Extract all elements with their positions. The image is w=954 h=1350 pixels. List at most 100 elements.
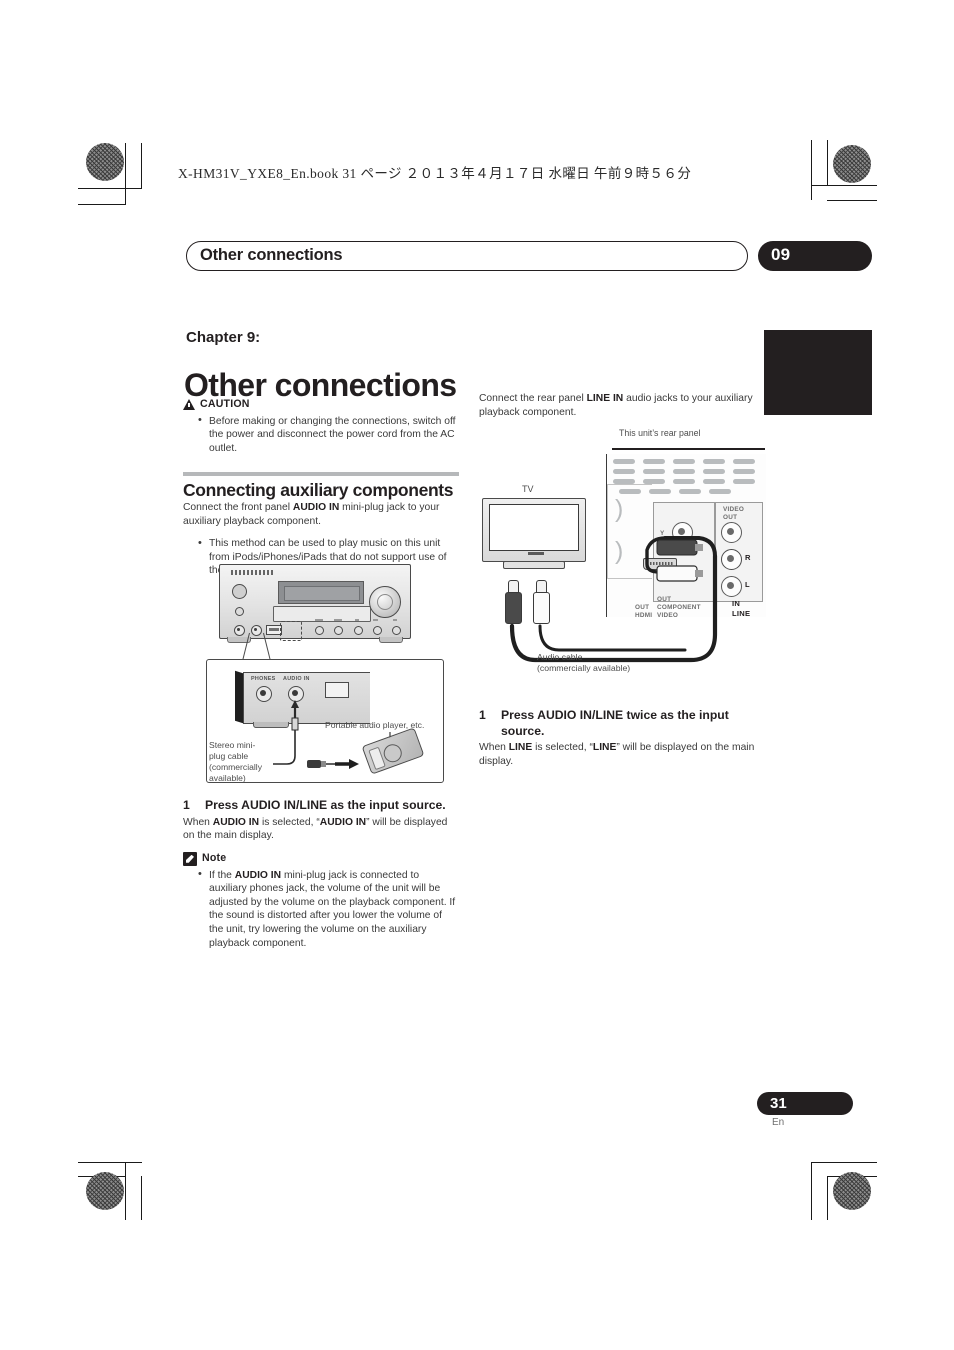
- front-jack-detail-box: PHONES AUDIO IN Stereo mini-plug cable (…: [206, 659, 444, 783]
- step-body-bold: AUDIO IN: [212, 816, 260, 828]
- control-button-icon: [392, 626, 401, 635]
- registration-mark: [826, 200, 856, 230]
- video-out-label-line1: VIDEO: [723, 506, 745, 513]
- vent-slot: [643, 459, 665, 464]
- crop-line: [78, 1162, 142, 1164]
- step-text: Press AUDIO IN/LINE as the input source.: [205, 798, 446, 812]
- crop-line: [811, 140, 813, 200]
- line-in-label-line2: LINE: [732, 609, 751, 618]
- vent-slot: [613, 469, 635, 474]
- display-panel: [278, 581, 364, 604]
- vent-slot: [649, 489, 671, 494]
- unit-foot-right: [379, 637, 403, 643]
- step-body-part: When: [479, 742, 509, 753]
- pioneer-logo-icon: [231, 570, 273, 575]
- component-label-line2: COMPONENT: [657, 604, 701, 611]
- rear-panel-illustration: ) ) VIDEO OUT Y R L OUT HDMI OUT COMPONE…: [606, 454, 766, 619]
- registration-mark: [141, 1172, 171, 1202]
- volume-knob-icon: [369, 586, 401, 618]
- speaker-terminal-icon: ): [615, 495, 624, 523]
- vent-slot: [703, 469, 725, 474]
- control-button-icon: [334, 626, 343, 635]
- rear-panel-caption: This unit’s rear panel: [619, 428, 701, 438]
- speaker-terminal-icon: ): [615, 537, 624, 565]
- highlight-dashed-box: [280, 621, 302, 641]
- left-column-steps: 1 Press AUDIO IN/LINE as the input sourc…: [183, 798, 459, 952]
- caution-list: Before making or changing the connection…: [183, 414, 459, 456]
- note-heading-label: Note: [202, 851, 227, 864]
- line-in-label-line1: IN: [732, 599, 741, 608]
- step-left: 1 Press AUDIO IN/LINE as the input sourc…: [183, 798, 459, 814]
- control-tick: [355, 619, 359, 621]
- video-out-label-line2: OUT: [723, 514, 738, 521]
- vent-slot: [703, 459, 725, 464]
- audio-cable-caption-line1: Audio cable: [537, 652, 583, 662]
- crop-line: [827, 140, 829, 186]
- r-jack-label: R: [745, 553, 751, 562]
- l-jack-label: L: [745, 580, 750, 589]
- crop-line: [125, 1162, 127, 1220]
- step-body-part: is selected, “: [259, 816, 320, 828]
- step-body-part: is selected, “: [532, 742, 593, 753]
- y-jack-icon: [672, 522, 693, 543]
- vent-slot: [733, 479, 755, 484]
- right-column-steps: 1 Press AUDIO IN/LINE twice as the input…: [479, 708, 755, 777]
- line-in-r-jack-icon: [721, 549, 742, 570]
- component-video-jack-block: [653, 502, 715, 602]
- registration-mark: [99, 1128, 129, 1158]
- rear-panel-caption-rule: [612, 448, 765, 450]
- receiver-front-illustration: [219, 564, 411, 641]
- page-number: 31: [770, 1095, 787, 1112]
- stereo-cable-caption: Stereo mini-plug cable (commercially ava…: [209, 740, 262, 783]
- vent-slot: [703, 479, 725, 484]
- note-text-bold: AUDIO IN: [234, 869, 282, 881]
- step-body-part: When: [183, 816, 213, 828]
- crop-line: [78, 188, 142, 190]
- section-divider-rule: [183, 472, 459, 477]
- right-column-intro: Connect the rear panel LINE IN audio jac…: [479, 392, 755, 428]
- halftone-circle-top-right: [833, 145, 871, 183]
- tv-illustration: [482, 498, 586, 562]
- right-intro-paragraph: Connect the rear panel LINE IN audio jac…: [479, 392, 755, 419]
- component-label-line1: OUT: [657, 596, 672, 603]
- tv-label: TV: [522, 484, 534, 494]
- hdmi-label-line1: OUT: [635, 604, 650, 611]
- vent-slot: [673, 469, 695, 474]
- front-panel-figure: PHONES AUDIO IN Stereo mini-plug cable (…: [183, 557, 459, 789]
- hdmi-port-icon: [643, 558, 677, 570]
- audio-in-jack-icon: [251, 625, 262, 636]
- registration-mark-center-bottom: [455, 1160, 485, 1190]
- control-button-icon: [315, 626, 324, 635]
- vent-slot: [709, 489, 731, 494]
- crop-line: [125, 143, 127, 205]
- language-tab: [764, 330, 872, 415]
- section-intro-bold: AUDIO IN: [292, 501, 340, 513]
- left-column: CAUTION Before making or changing the co…: [183, 398, 459, 580]
- rca-plug-black-icon: [505, 580, 522, 626]
- tv-stand: [503, 561, 565, 569]
- step-body-bold: LINE: [592, 742, 617, 753]
- note-heading: Note: [183, 851, 459, 866]
- note-pencil-icon: [183, 851, 197, 866]
- running-head-title: Other connections: [200, 246, 343, 264]
- input-knob-icon: [235, 607, 244, 616]
- y-jack-label: Y: [660, 530, 665, 537]
- vent-slot: [679, 489, 701, 494]
- right-intro-bold: LINE IN: [586, 393, 624, 404]
- note-list: If the AUDIO IN mini-plug jack is connec…: [183, 868, 459, 951]
- list-item: Before making or changing the connection…: [198, 414, 459, 456]
- step-left-body: When AUDIO IN is selected, “AUDIO IN” wi…: [183, 816, 459, 843]
- registration-mark: [99, 204, 129, 234]
- display-inner: [284, 586, 360, 601]
- audio-cable-caption: Audio cable (commercially available): [537, 652, 630, 674]
- section-heading: Connecting auxiliary components: [183, 480, 454, 501]
- registration-mark: [141, 158, 171, 188]
- rear-panel-figure: This unit’s rear panel ) ) VIDEO OUT Y R…: [479, 428, 769, 693]
- line-in-l-jack-icon: [721, 576, 742, 597]
- step-right-body: When LINE is selected, “LINE” will be di…: [479, 741, 755, 768]
- halftone-circle-top-left: [86, 143, 124, 181]
- component-label-line3: VIDEO: [657, 612, 679, 619]
- caution-heading-label: CAUTION: [200, 398, 250, 410]
- video-out-jack-icon: [721, 522, 742, 543]
- rca-plug-white-icon: [533, 580, 550, 626]
